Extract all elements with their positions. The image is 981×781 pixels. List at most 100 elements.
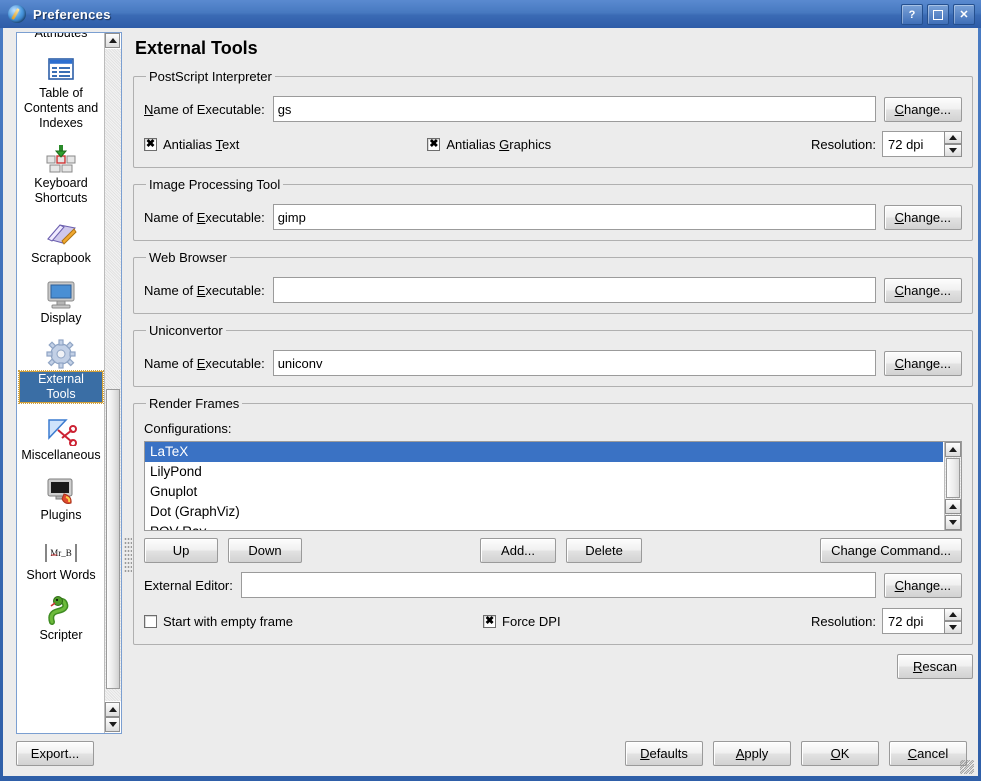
sidebar-scroll-up-button[interactable] [105, 33, 120, 48]
uniconvertor-change-button[interactable]: Change... [884, 351, 962, 376]
image-tool-exec-input[interactable] [273, 204, 876, 230]
list-item[interactable]: POV-Ray [145, 522, 943, 531]
uniconvertor-exec-input[interactable] [273, 350, 876, 376]
sidebar-item-miscellaneous[interactable]: Miscellaneous [17, 409, 105, 469]
sidebar-item-external-tools[interactable]: External Tools [17, 332, 105, 409]
chevron-up-icon [109, 38, 117, 43]
list-item[interactable]: LilyPond [145, 462, 943, 482]
postscript-resolution-spinner[interactable]: 72 dpi [882, 131, 962, 157]
checkbox-mark-icon: ✖ [483, 615, 496, 628]
render-resolution-spinner[interactable]: 72 dpi [882, 608, 962, 634]
sidebar-item-table-of-contents[interactable]: Table of Contents and Indexes [17, 47, 105, 137]
spinner-down-button[interactable] [944, 621, 962, 634]
list-scroll-up-button[interactable] [945, 442, 961, 457]
cancel-button[interactable]: Cancel [889, 741, 967, 766]
configurations-scrollbar[interactable] [944, 442, 961, 530]
sidebar-item-label: Scrapbook [30, 251, 92, 266]
list-item[interactable]: Gnuplot [145, 482, 943, 502]
configurations-listbox[interactable]: LaTeX LilyPond Gnuplot Dot (GraphViz) PO… [144, 441, 962, 531]
defaults-button[interactable]: Defaults [625, 741, 703, 766]
sidebar-item-attributes[interactable]: Attributes [17, 32, 105, 47]
group-legend-uniconvertor: Uniconvertor [146, 323, 226, 338]
snake-icon [44, 592, 78, 626]
list-scroll-thumb[interactable] [946, 458, 960, 498]
maximize-button[interactable] [927, 4, 949, 25]
settings-panel: External Tools PostScript Interpreter Na… [133, 32, 973, 734]
sidebar-item-label: Scripter [38, 628, 83, 643]
sidebar-scroll-up-button-2[interactable] [105, 702, 120, 717]
sidebar-item-label: Keyboard Shortcuts [19, 176, 103, 206]
render-frames-group: Render Frames Configurations: LaTeX Lily… [133, 396, 973, 645]
sidebar-item-label: Plugins [40, 508, 83, 523]
spinner-down-button[interactable] [944, 144, 962, 157]
list-item[interactable]: LaTeX [145, 442, 943, 462]
postscript-exec-input[interactable] [273, 96, 876, 122]
sidebar-item-label: Miscellaneous [20, 448, 101, 463]
group-legend-render-frames: Render Frames [146, 396, 242, 411]
group-legend-image-tool: Image Processing Tool [146, 177, 283, 192]
sidebar-item-plugins[interactable]: Plugins [17, 469, 105, 529]
external-editor-input[interactable] [241, 572, 876, 598]
category-sidebar[interactable]: Attributes Table of Contents and Indexes [16, 32, 122, 734]
checkbox-mark-icon: ✖ [144, 138, 157, 151]
sidebar-scrollbar[interactable] [104, 33, 121, 733]
titlebar[interactable]: Preferences ? ✕ [0, 0, 981, 28]
start-with-empty-frame-label: Start with empty frame [163, 614, 293, 629]
checkbox-mark-icon [144, 615, 157, 628]
close-button[interactable]: ✕ [953, 4, 975, 25]
ok-button[interactable]: OK [801, 741, 879, 766]
postscript-change-button[interactable]: Change... [884, 97, 962, 122]
spinner-up-button[interactable] [944, 608, 962, 621]
chevron-up-icon [949, 504, 957, 509]
web-browser-change-button[interactable]: Change... [884, 278, 962, 303]
resize-grip-icon[interactable] [960, 760, 974, 774]
sidebar-item-label: Table of Contents and Indexes [19, 86, 103, 131]
sidebar-splitter[interactable] [123, 32, 133, 734]
postscript-options-row: ✖ Antialias Text ✖ Antialias Graphics Re… [144, 131, 962, 157]
move-up-button[interactable]: Up [144, 538, 218, 563]
list-item[interactable]: Dot (GraphViz) [145, 502, 943, 522]
move-down-button[interactable]: Down [228, 538, 302, 563]
app-globe-icon [8, 5, 26, 23]
delete-button[interactable]: Delete [566, 538, 642, 563]
image-tool-change-button[interactable]: Change... [884, 205, 962, 230]
spinner-up-button[interactable] [944, 131, 962, 144]
antialias-graphics-checkbox[interactable]: ✖ Antialias Graphics [427, 137, 551, 152]
web-browser-exec-input[interactable] [273, 277, 876, 303]
web-browser-group: Web Browser Name of Executable: Change..… [133, 250, 973, 314]
scissors-icon [44, 412, 78, 446]
add-button[interactable]: Add... [480, 538, 556, 563]
checkbox-mark-icon: ✖ [427, 138, 440, 151]
change-command-button[interactable]: Change Command... [820, 538, 962, 563]
list-scroll-up-button-2[interactable] [945, 499, 961, 514]
antialias-text-checkbox[interactable]: ✖ Antialias Text [144, 137, 239, 152]
sidebar-item-scripter[interactable]: Scripter [17, 589, 105, 649]
svg-text:Mr_B: Mr_B [50, 548, 72, 558]
external-editor-change-button[interactable]: Change... [884, 573, 962, 598]
page-title: External Tools [135, 38, 973, 59]
scrapbook-icon [44, 215, 78, 249]
force-dpi-checkbox[interactable]: ✖ Force DPI [483, 614, 561, 629]
export-button[interactable]: Export... [16, 741, 94, 766]
sidebar-item-scrapbook[interactable]: Scrapbook [17, 212, 105, 272]
sidebar-scroll-thumb[interactable] [106, 389, 120, 689]
render-resolution-label: Resolution: [811, 614, 876, 629]
sidebar-item-keyboard-shortcuts[interactable]: Keyboard Shortcuts [17, 137, 105, 212]
help-button[interactable]: ? [901, 4, 923, 25]
postscript-interpreter-group: PostScript Interpreter Name of Executabl… [133, 69, 973, 168]
chevron-down-icon [949, 520, 957, 525]
rescan-button[interactable]: Rescan [897, 654, 973, 679]
apply-button[interactable]: Apply [713, 741, 791, 766]
render-resolution-value[interactable]: 72 dpi [882, 608, 944, 634]
list-scroll-down-button[interactable] [945, 515, 961, 530]
keyboard-icon [44, 140, 78, 174]
image-tool-exec-label: Name of Executable: [144, 210, 265, 225]
chevron-up-icon [949, 612, 957, 617]
start-with-empty-frame-checkbox[interactable]: Start with empty frame [144, 614, 293, 629]
postscript-resolution-value[interactable]: 72 dpi [882, 131, 944, 157]
sidebar-item-display[interactable]: Display [17, 272, 105, 332]
external-editor-label: External Editor: [144, 578, 233, 593]
web-browser-exec-row: Name of Executable: Change... [144, 277, 962, 303]
sidebar-item-short-words[interactable]: Mr_B Short Words [17, 529, 105, 589]
sidebar-scroll-down-button[interactable] [105, 717, 120, 732]
